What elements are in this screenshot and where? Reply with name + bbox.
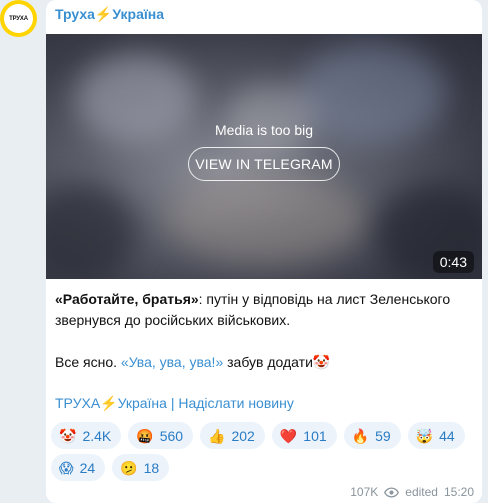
video-duration: 0:43 xyxy=(432,251,474,273)
reaction-thumbs-up[interactable]: 👍 202 xyxy=(200,422,265,449)
video-preview[interactable]: Media is too big VIEW IN TELEGRAM 0:43 xyxy=(46,34,482,279)
mind-blown-icon: 🤯 xyxy=(415,427,434,444)
edited-label: edited xyxy=(405,485,438,499)
channel-footer-link[interactable]: ТРУХА⚡️Україна | Надіслати новину xyxy=(55,395,294,412)
reaction-count: 44 xyxy=(439,427,455,444)
reaction-count: 202 xyxy=(231,427,255,444)
text-line2-end: забув додати🤡 xyxy=(223,354,331,370)
reaction-scream[interactable]: 😱 24 xyxy=(51,454,106,481)
diagonal-mouth-icon: 🫤 xyxy=(120,459,138,476)
clown-icon: 🤡 xyxy=(59,427,77,444)
view-count: 107K xyxy=(350,485,379,499)
message-text: «Работайте, братья»: путін у відповідь н… xyxy=(55,289,475,373)
cursing-face-icon: 🤬 xyxy=(136,427,154,444)
channel-avatar[interactable]: ТРУХА xyxy=(0,0,37,37)
reaction-count: 560 xyxy=(159,427,184,444)
reaction-fire[interactable]: 🔥 59 xyxy=(343,422,401,449)
reaction-angry[interactable]: 🤬 560 xyxy=(128,422,194,449)
reaction-count: 59 xyxy=(375,427,391,444)
message-bubble: Труха⚡️Україна Media is too big VIEW IN … xyxy=(46,0,482,503)
message-time: 15:20 xyxy=(443,485,474,499)
message-meta: 107K edited 15:20 xyxy=(350,485,474,499)
reaction-count: 2.4K xyxy=(82,427,112,444)
channel-name[interactable]: Труха⚡️Україна xyxy=(55,6,164,23)
media-too-big-notice: Media is too big xyxy=(214,122,314,138)
scream-icon: 😱 xyxy=(59,459,74,476)
reaction-clown[interactable]: 🤡 2.4K xyxy=(51,422,122,449)
reactions-bar: 🤡 2.4K 🤬 560 👍 202 ❤️ 101 🔥 59 🤯 44 😱 24 🫤 18 xyxy=(51,422,477,486)
reaction-diagonal-mouth[interactable]: 🫤 18 xyxy=(112,454,170,481)
reaction-mind-blown[interactable]: 🤯 44 xyxy=(407,422,465,449)
fire-icon: 🔥 xyxy=(351,427,370,444)
quote-link[interactable]: «Ува, ува, ува!» xyxy=(121,354,223,370)
reaction-count: 101 xyxy=(303,427,327,444)
reaction-count: 24 xyxy=(79,459,96,476)
reaction-count: 18 xyxy=(143,459,160,476)
avatar-logo: ТРУХА xyxy=(4,4,33,33)
bold-quote: «Работайте, братья» xyxy=(55,291,199,307)
text-line2-start: Все ясно. xyxy=(55,354,121,370)
thumbs-up-icon: 👍 xyxy=(208,427,226,444)
eye-icon xyxy=(384,486,400,498)
reaction-heart[interactable]: ❤️ 101 xyxy=(271,422,337,449)
view-in-telegram-button[interactable]: VIEW IN TELEGRAM xyxy=(188,147,340,181)
heart-icon: ❤️ xyxy=(279,427,298,444)
